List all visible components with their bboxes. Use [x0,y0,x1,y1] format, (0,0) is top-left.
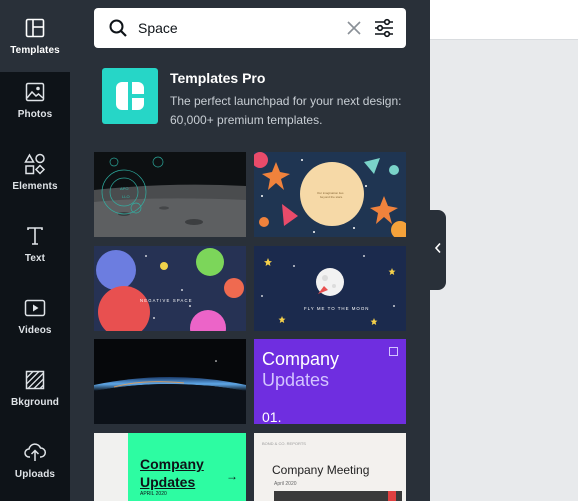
canvas-workspace [430,41,578,501]
template-title: Company Meeting [272,463,370,477]
sidebar-item-background[interactable]: Bkground [0,352,70,424]
svg-text:FLY ME TO THE MOON: FLY ME TO THE MOON [304,306,369,311]
sidebar-rail: Templates Photos Elements Text Videos Bk… [0,0,70,501]
template-company-meeting[interactable]: BOND & CO. REPORTS Company Meeting April… [254,433,406,501]
sidebar-item-label: Photos [17,109,53,120]
template-title-line2: Updates [262,370,330,390]
template-company-updates-green[interactable]: Company Updates → APRIL 2020 [94,433,246,501]
template-fly-me-to-the-moon[interactable]: FLY ME TO THE MOON [254,246,406,331]
sidebar-item-label: Elements [12,181,58,192]
collapse-panel-button[interactable] [430,210,446,290]
promo-description: The perfect launchpad for your next desi… [170,94,402,127]
photo-strip [274,491,402,501]
template-square-mark [389,347,398,356]
template-company-updates-purple[interactable]: Company Updates 01. [254,339,406,424]
template-small-text: BOND & CO. REPORTS [262,441,306,446]
sidebar-item-text[interactable]: Text [0,208,70,280]
templates-pro-promo[interactable]: Templates Pro The perfect launchpad for … [102,68,402,127]
photos-icon [23,80,47,104]
template-negative-space[interactable]: NEGATIVE SPACE [94,246,246,331]
template-moon-surface[interactable]: APO LLO [94,152,246,237]
template-cartoon-space[interactable]: Our imagination lies beyond the stars. [254,152,406,237]
sidebar-item-templates[interactable]: Templates [0,0,70,72]
sidebar-item-photos[interactable]: Photos [0,64,70,136]
templates-pro-logo [102,68,158,124]
search-bar [94,8,406,48]
sidebar-item-videos[interactable]: Videos [0,280,70,352]
svg-text:NEGATIVE SPACE: NEGATIVE SPACE [140,298,193,303]
svg-text:APO: APO [120,186,128,191]
sidebar-item-label: Text [24,253,46,264]
editor-app: Templates Photos Elements Text Videos Bk… [0,0,578,501]
template-number: 01. [262,409,282,424]
sidebar-item-uploads[interactable]: Uploads [0,424,70,496]
svg-text:LLO: LLO [122,194,130,199]
template-title-line2: Updates [140,474,196,490]
red-accent [388,491,396,501]
promo-title: Templates Pro [170,70,266,86]
templates-icon [23,16,47,40]
arrow-icon: → [226,469,238,483]
chevron-left-icon [434,241,442,259]
clear-search-icon[interactable] [344,18,364,38]
videos-icon [23,296,47,320]
text-icon [23,224,47,248]
template-title-line1: Company [140,456,204,472]
template-date: April 2020 [274,481,297,487]
sidebar-item-label: Templates [10,45,60,56]
sidebar-item-label: Uploads [14,469,56,480]
template-title-line1: Company [262,349,340,369]
sidebar-item-label: Bkground [10,397,60,408]
search-input[interactable] [138,20,338,36]
sidebar-item-label: Videos [18,325,52,336]
template-title: Company Updates [140,455,204,491]
editor-top-bar [430,0,578,40]
template-date: APRIL 2020 [140,491,167,497]
template-earth-horizon[interactable] [94,339,246,424]
elements-icon [23,152,47,176]
background-icon [23,368,47,392]
filter-icon[interactable] [372,16,396,40]
templates-panel: Templates Pro The perfect launchpad for … [70,0,430,501]
search-icon [106,16,130,40]
uploads-icon [23,440,47,464]
svg-text:beyond the stars.: beyond the stars. [320,195,343,199]
sidebar-item-elements[interactable]: Elements [0,136,70,208]
